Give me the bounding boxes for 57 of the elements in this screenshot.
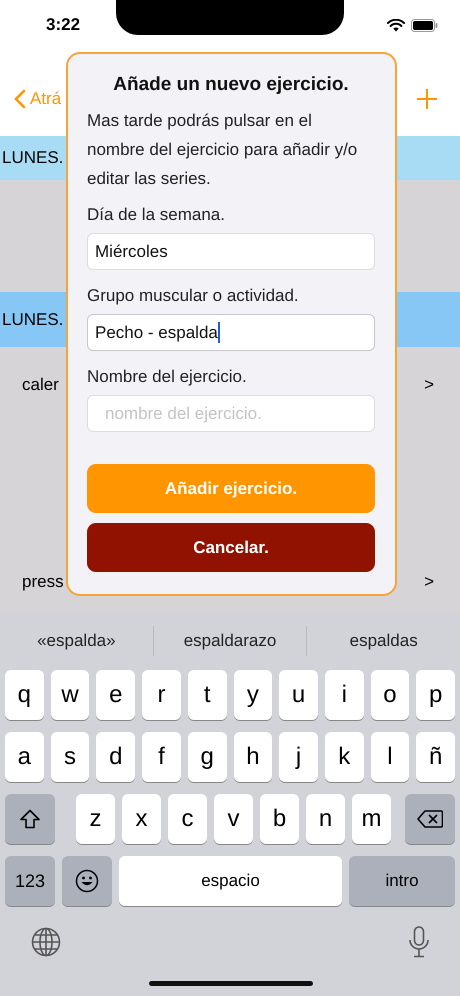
letter-key[interactable]: t	[188, 670, 227, 720]
input-field[interactable]: Pecho - espalda	[87, 314, 375, 351]
field-label: Día de la semana.	[87, 204, 226, 226]
suggestion[interactable]: espaldas	[307, 631, 460, 651]
letter-key[interactable]: o	[370, 670, 410, 720]
suggestion[interactable]: espaldarazo	[154, 631, 306, 651]
letter-key[interactable]: y	[234, 670, 272, 720]
suggestion[interactable]: «espalda»	[0, 631, 153, 651]
letter-key[interactable]: p	[416, 670, 456, 720]
row-label[interactable]: press	[22, 572, 64, 592]
letter-key[interactable]: j	[279, 732, 318, 782]
letter-key[interactable]: a	[5, 732, 44, 782]
letter-key[interactable]: f	[142, 732, 181, 782]
letter-key[interactable]: w	[50, 670, 90, 720]
letter-key[interactable]: e	[96, 670, 136, 720]
letter-key[interactable]: d	[96, 732, 136, 782]
microphone-icon[interactable]	[408, 926, 430, 958]
letter-key[interactable]: s	[50, 732, 90, 782]
letter-key[interactable]: z	[76, 794, 115, 844]
backspace-icon	[417, 810, 443, 828]
letter-key[interactable]: ñ	[416, 732, 456, 782]
text-cursor	[218, 322, 220, 343]
numbers-key[interactable]: 123	[5, 856, 55, 906]
row-chevron[interactable]: >	[424, 375, 434, 395]
globe-icon[interactable]	[31, 927, 61, 957]
letter-key[interactable]: k	[324, 732, 364, 782]
letter-key[interactable]: g	[188, 732, 227, 782]
shift-icon	[19, 809, 41, 829]
status-time: 3:22	[46, 15, 80, 35]
space-key[interactable]: espacio	[119, 856, 342, 906]
letter-key[interactable]: n	[306, 794, 345, 844]
letter-key[interactable]: h	[234, 732, 272, 782]
input-field[interactable]: Miércoles	[87, 233, 375, 270]
input-field[interactable]: nombre del ejercicio.	[87, 395, 375, 432]
battery-icon	[411, 18, 438, 32]
letter-key[interactable]: c	[168, 794, 207, 844]
wifi-icon	[387, 18, 405, 32]
emoji-key[interactable]	[62, 856, 112, 906]
dialog-title: Añade un nuevo ejercicio.	[112, 74, 350, 96]
field-label: Nombre del ejercicio.	[87, 366, 248, 388]
row-label[interactable]: caler	[22, 375, 59, 395]
letter-key[interactable]: u	[279, 670, 318, 720]
letter-key[interactable]: i	[324, 670, 364, 720]
smiley-icon	[75, 869, 99, 893]
letter-key[interactable]: v	[214, 794, 253, 844]
letter-key[interactable]: q	[5, 670, 44, 720]
letter-key[interactable]: l	[370, 732, 410, 782]
letter-key[interactable]: r	[142, 670, 181, 720]
letter-key[interactable]: m	[352, 794, 391, 844]
letter-key[interactable]: x	[122, 794, 161, 844]
shift-key[interactable]	[5, 794, 55, 844]
letter-key[interactable]: b	[260, 794, 299, 844]
return-key[interactable]: intro	[349, 856, 455, 906]
chevron-left-icon	[14, 89, 26, 109]
cancel-button[interactable]: Cancelar.	[87, 523, 375, 572]
row-chevron[interactable]: >	[424, 572, 434, 592]
delete-key[interactable]	[405, 794, 455, 844]
